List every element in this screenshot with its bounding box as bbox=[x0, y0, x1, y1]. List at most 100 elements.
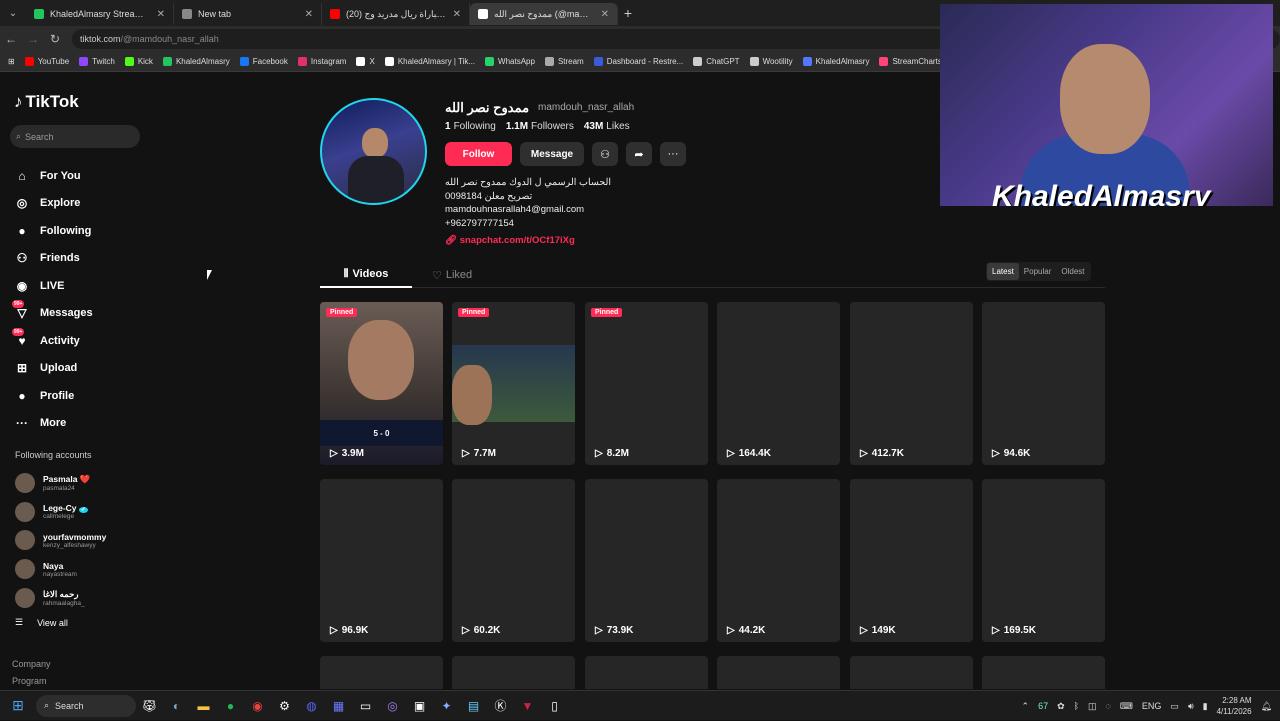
profile-avatar[interactable] bbox=[320, 98, 427, 205]
video-card[interactable]: ▷ 412.7K bbox=[850, 302, 973, 465]
obs-icon[interactable]: ◎ bbox=[379, 699, 406, 713]
video-card[interactable]: ▷ 44.2K bbox=[717, 479, 840, 642]
video-card[interactable]: Pinned ▷ 8.2M bbox=[585, 302, 708, 465]
notepad-icon[interactable]: ▯ bbox=[541, 699, 568, 713]
footer-program-link[interactable]: Program bbox=[12, 676, 47, 686]
sidebar-item-upload[interactable]: ⊞ Upload bbox=[14, 355, 93, 383]
bookmark-item[interactable]: Instagram bbox=[293, 57, 352, 66]
following-account-item[interactable]: رحمه الاغا rahmaalagha_ bbox=[15, 583, 106, 612]
bookmark-item[interactable]: Stream bbox=[540, 57, 589, 66]
store-icon[interactable]: ▣ bbox=[406, 699, 433, 713]
bookmark-item[interactable]: KhaledAlmasry bbox=[158, 57, 235, 66]
message-button[interactable]: Message bbox=[520, 142, 584, 166]
forward-icon[interactable]: → bbox=[22, 32, 44, 46]
following-account-item[interactable]: yourfavmommy kenzy_alfeshawyy bbox=[15, 526, 106, 555]
video-card[interactable]: ▷ 169.5K bbox=[982, 479, 1105, 642]
vegas-icon[interactable]: ▼ bbox=[514, 699, 541, 713]
close-tab-icon[interactable]: ✕ bbox=[453, 9, 461, 20]
close-tab-icon[interactable]: ✕ bbox=[157, 9, 165, 20]
tab-liked[interactable]: ♡ Liked bbox=[432, 262, 472, 288]
tab-search-icon[interactable]: ⌄ bbox=[0, 0, 26, 26]
browser-tab[interactable]: ممدوح نصر الله (@mamdouh_nasr_allah) ✕ bbox=[470, 3, 618, 25]
tiktok-logo[interactable]: ♪ TikTok bbox=[14, 92, 79, 112]
notifications-icon[interactable]: 🔔︎ bbox=[1261, 701, 1272, 712]
sidebar-item-profile[interactable]: ● Profile bbox=[14, 382, 93, 410]
browser-tab[interactable]: KhaledAlmasry Stream - Watch ✕ bbox=[26, 3, 174, 25]
video-card[interactable]: ▷ 60.2K bbox=[452, 479, 575, 642]
browser-tab[interactable]: ملخص مباراة ريال مدريد وج (20) ✕ bbox=[322, 3, 470, 25]
bookmark-item[interactable]: Kick bbox=[120, 57, 158, 66]
more-options-icon[interactable]: ··· bbox=[660, 142, 686, 166]
video-card[interactable]: ▷ 96.9K bbox=[320, 479, 443, 642]
video-card[interactable]: ▷ 164.4K bbox=[717, 302, 840, 465]
apps-icon[interactable]: ⊞ bbox=[0, 57, 20, 66]
video-card[interactable] bbox=[585, 656, 708, 689]
following-account-item[interactable]: Naya nayastream bbox=[15, 555, 106, 584]
bookmark-item[interactable]: Dashboard - Restre... bbox=[589, 57, 688, 66]
close-tab-icon[interactable]: ✕ bbox=[305, 9, 313, 20]
tray-app-icon[interactable]: ✿ bbox=[1057, 701, 1065, 712]
bookmark-item[interactable]: Twitch bbox=[74, 57, 120, 66]
followers-stat[interactable]: 1.1M Followers bbox=[506, 121, 574, 132]
sidebar-item-activity[interactable]: ♥ 99+ Activity bbox=[12, 327, 93, 355]
apps-grid-icon[interactable]: ▦ bbox=[325, 699, 352, 713]
video-card[interactable]: Pinned ▷ 7.7M bbox=[452, 302, 575, 465]
chrome-icon[interactable]: ◉ bbox=[244, 699, 271, 713]
windows-start-icon[interactable]: ⊞ bbox=[0, 697, 36, 714]
bookmark-item[interactable]: YouTube bbox=[20, 57, 74, 66]
sort-oldest-button[interactable]: Oldest bbox=[1056, 263, 1089, 280]
tab-videos[interactable]: ⦀ Videos bbox=[320, 262, 412, 288]
widget-icon[interactable]: 🐯︎ bbox=[136, 699, 163, 713]
search-input[interactable]: ⌕ Search bbox=[10, 125, 140, 148]
taskbar-search[interactable]: ⌕ Search bbox=[36, 694, 136, 717]
following-stat[interactable]: 1 Following bbox=[445, 121, 496, 132]
sort-popular-button[interactable]: Popular bbox=[1019, 263, 1057, 280]
bluetooth-icon[interactable]: ᛒ bbox=[1074, 701, 1079, 711]
capcut-icon[interactable]: Ⓚ bbox=[487, 697, 514, 714]
close-tab-icon[interactable]: ✕ bbox=[601, 9, 609, 20]
footer-company-link[interactable]: Company bbox=[12, 659, 51, 669]
bookmark-item[interactable]: WhatsApp bbox=[480, 57, 540, 66]
app-icon[interactable]: ▤ bbox=[460, 699, 487, 713]
view-all-button[interactable]: ☰ View all bbox=[15, 612, 106, 634]
volume-icon[interactable]: 🔊︎ bbox=[1188, 701, 1194, 712]
bookmark-item[interactable]: ChatGPT bbox=[688, 57, 744, 66]
video-card[interactable] bbox=[982, 656, 1105, 689]
video-card[interactable]: ▷ 94.6K bbox=[982, 302, 1105, 465]
spotify-icon[interactable]: ● bbox=[217, 699, 244, 713]
follow-button[interactable]: Follow bbox=[445, 142, 512, 166]
bookmark-item[interactable]: Wootility bbox=[745, 57, 798, 66]
video-card[interactable] bbox=[320, 656, 443, 689]
file-explorer-icon[interactable]: ▬ bbox=[190, 699, 217, 713]
following-account-item[interactable]: Pasmala ❤️ pasmala24 bbox=[15, 469, 106, 498]
video-card[interactable]: ▷ 149K bbox=[850, 479, 973, 642]
bookmark-item[interactable]: StreamCharts bbox=[874, 57, 946, 66]
video-card[interactable]: 5 - 0 Pinned ▷ 3.9M bbox=[320, 302, 443, 465]
terminal-icon[interactable]: ▭ bbox=[352, 699, 379, 713]
language-indicator[interactable]: ENG bbox=[1142, 701, 1162, 711]
sidebar-item-explore[interactable]: ◎ Explore bbox=[14, 190, 93, 218]
copilot-icon[interactable]: ◐ bbox=[163, 699, 190, 713]
battery-icon[interactable]: ▮ bbox=[1203, 701, 1208, 712]
video-card[interactable] bbox=[717, 656, 840, 689]
display-icon[interactable]: ▭ bbox=[1170, 701, 1179, 712]
video-card[interactable] bbox=[452, 656, 575, 689]
profile-link[interactable]: 🔗︎ snapchat.com/t/OCf17iXg bbox=[445, 235, 575, 246]
bookmark-item[interactable]: KhaledAlmasry | Tik... bbox=[380, 57, 480, 66]
browser-tab[interactable]: New tab ✕ bbox=[174, 3, 322, 25]
sidebar-item-live[interactable]: ◉ LIVE bbox=[14, 272, 93, 300]
discord-icon[interactable]: ◍ bbox=[298, 699, 325, 713]
new-tab-button[interactable]: + bbox=[618, 5, 638, 21]
add-friend-icon[interactable]: ⚇ bbox=[592, 142, 618, 166]
bookmark-item[interactable]: X bbox=[351, 57, 379, 66]
bookmark-item[interactable]: Facebook bbox=[235, 57, 293, 66]
clock[interactable]: 2:28 AM 4/11/2026 bbox=[1217, 695, 1252, 717]
sidebar-item-following[interactable]: ● Following bbox=[14, 217, 93, 245]
back-icon[interactable]: ← bbox=[0, 32, 22, 46]
controller-tray-icon[interactable]: ◫ bbox=[1088, 701, 1097, 712]
sort-latest-button[interactable]: Latest bbox=[987, 263, 1019, 280]
settings-icon[interactable]: ⚙ bbox=[271, 699, 298, 713]
sidebar-item-more[interactable]: ··· More bbox=[14, 410, 93, 438]
share-icon[interactable]: ➦ bbox=[626, 142, 652, 166]
bookmark-item[interactable]: KhaledAlmasry bbox=[798, 57, 875, 66]
